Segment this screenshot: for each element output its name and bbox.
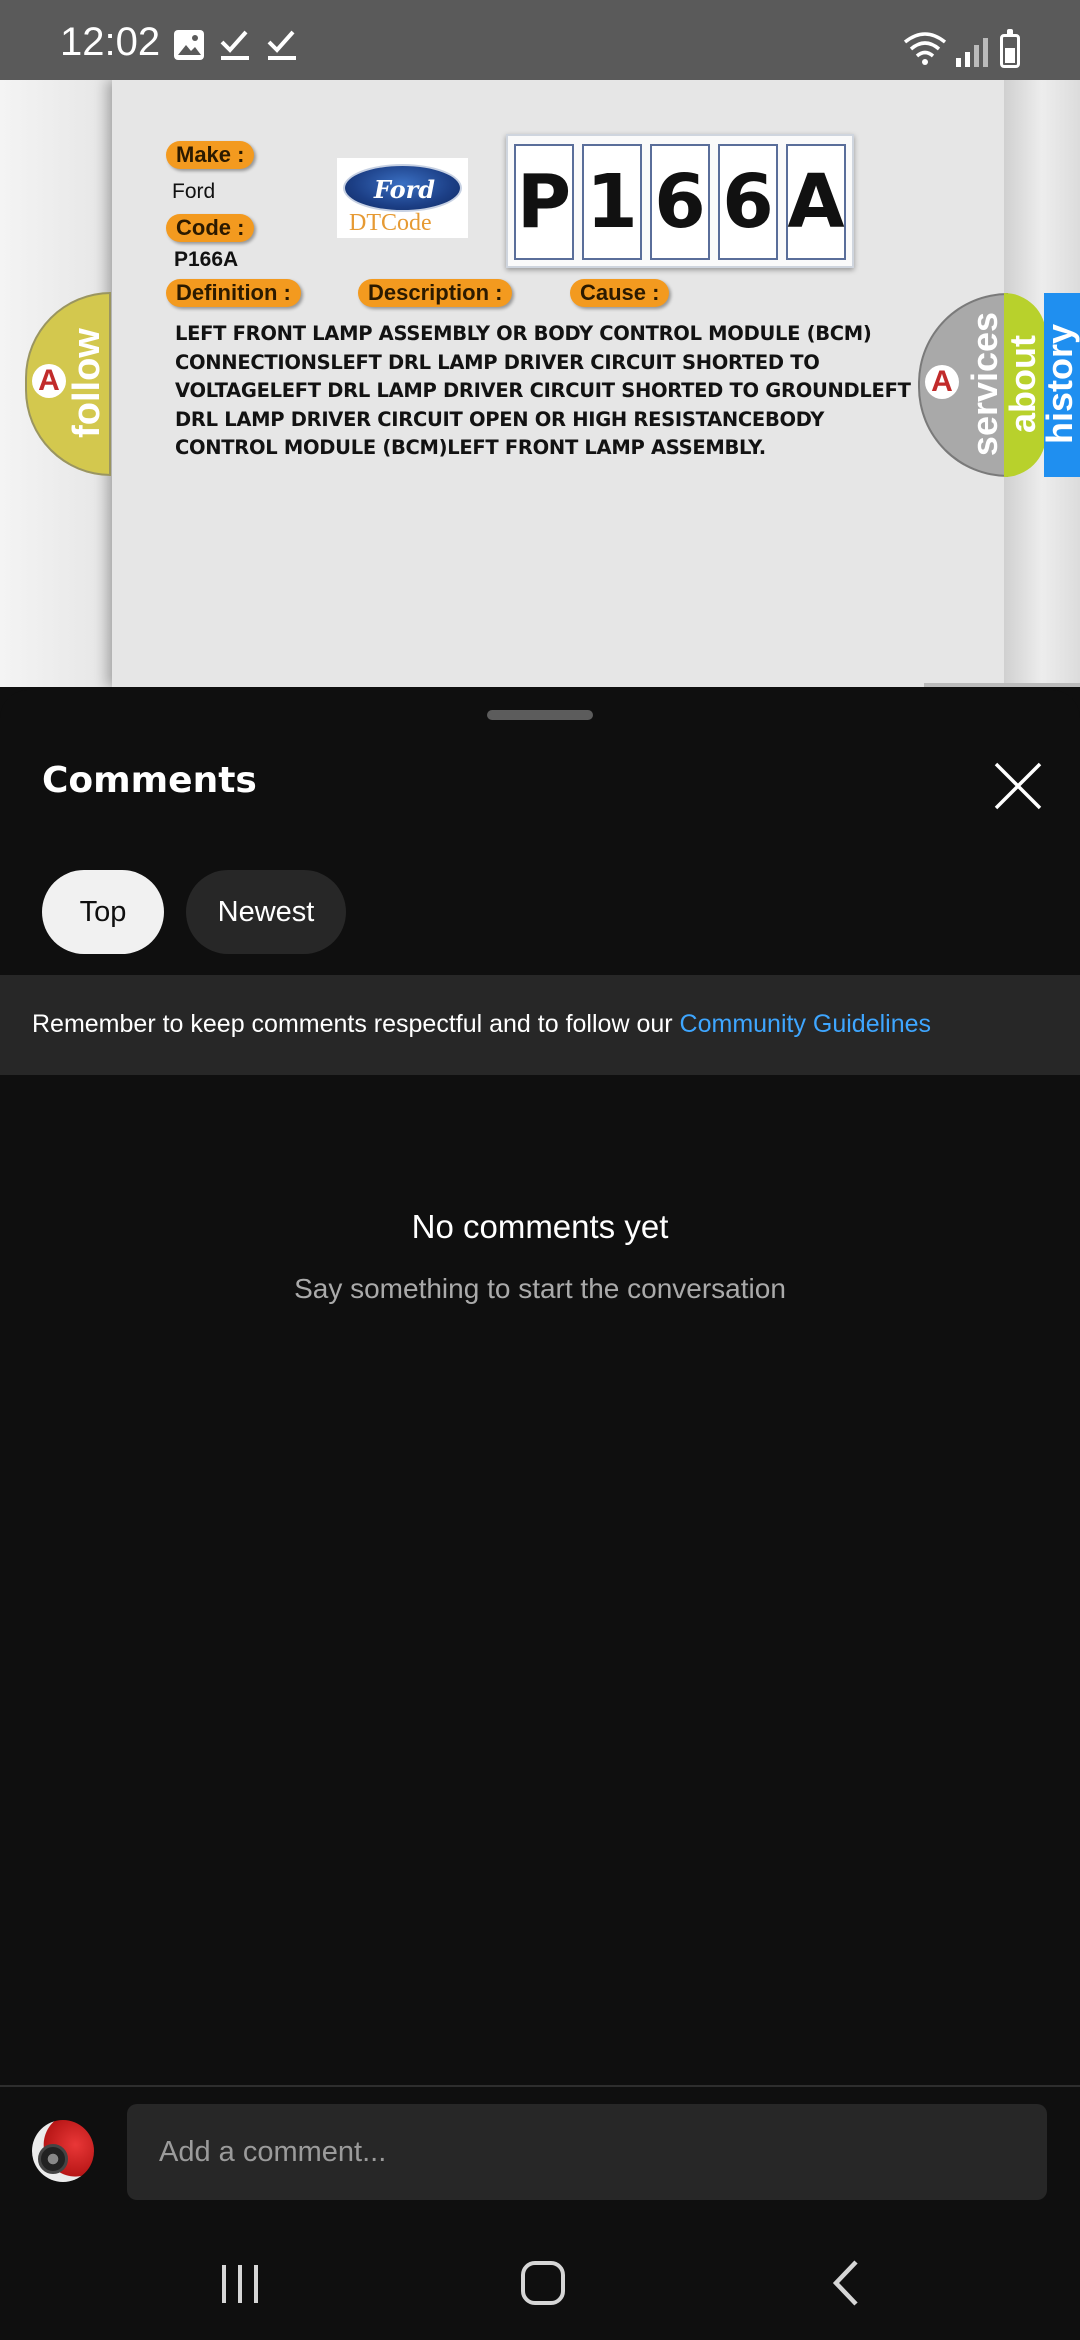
sort-chip-newest[interactable]: Newest [186,870,346,954]
definition-label: Definition : [166,279,301,307]
avatar [32,2120,94,2182]
code-label: Code : [166,214,255,242]
signal-icon [956,38,988,67]
system-nav-bar [0,2220,1080,2340]
guidelines-banner: Remember to keep comments respectful and… [0,975,1080,1075]
check-icon [267,30,296,60]
empty-state-subtitle: Say something to start the conversation [294,1273,786,1304]
guidelines-text: Remember to keep comments respectful and… [32,1010,931,1039]
car-wheel-icon [38,2144,68,2174]
video-player[interactable]: Make : Ford Code : P166A Definition : De… [0,80,1080,687]
wifi-icon [903,32,947,65]
battery-icon [1000,29,1020,68]
make-label: Make : [166,141,255,169]
history-tab-label: history [1039,323,1080,445]
comments-title: Comments [42,760,257,801]
home-icon [521,2261,565,2305]
status-bar: 12:02 [0,0,1080,80]
video-progress-bar[interactable] [924,683,1080,687]
composer-divider [0,2085,1080,2087]
ford-oval-logo: Ford [343,164,462,212]
make-value: Ford [172,180,216,203]
empty-state-title: No comments yet [411,1208,669,1245]
services-tab-label: services [964,311,1005,457]
close-icon [994,762,1042,810]
guidelines-message: Remember to keep comments respectful and… [32,1010,680,1038]
code-char: P [514,144,574,260]
home-button[interactable] [503,2250,583,2310]
code-char: 1 [582,144,642,260]
definition-text: LEFT FRONT LAMP ASSEMBLY OR BODY CONTROL… [175,322,911,459]
dtc-code-display: P 1 6 6 A [506,134,854,268]
drag-handle[interactable] [487,710,593,720]
sort-chip-top[interactable]: Top [42,870,164,954]
recents-button[interactable] [200,2250,280,2310]
a-logo-badge: A [32,364,66,398]
status-time: 12:02 [60,20,161,64]
comments-sheet: Comments Top Newest Remember to keep com… [0,690,1080,2340]
description-label: Description : [358,279,513,307]
code-char: 6 [650,144,710,260]
image-icon [174,30,204,60]
about-tab-label: about [1002,335,1043,433]
recents-icon [222,2265,258,2303]
back-icon [832,2260,858,2306]
follow-tab-label: follow [66,328,108,438]
code-char: A [786,144,846,260]
add-comment-input[interactable] [127,2104,1047,2200]
a-logo-badge: A [925,365,959,399]
close-button[interactable] [990,758,1046,814]
code-char: 6 [718,144,778,260]
community-guidelines-link[interactable]: Community Guidelines [680,1010,932,1038]
ford-dtcode-logo: Ford DTCode [337,158,468,238]
check-icon [220,30,249,60]
back-button[interactable] [806,2250,886,2310]
dtcode-logo-text: DTCode [349,210,432,236]
code-value: P166A [174,248,239,271]
cause-label: Cause : [570,279,670,307]
ford-logo-word: Ford [373,175,436,204]
